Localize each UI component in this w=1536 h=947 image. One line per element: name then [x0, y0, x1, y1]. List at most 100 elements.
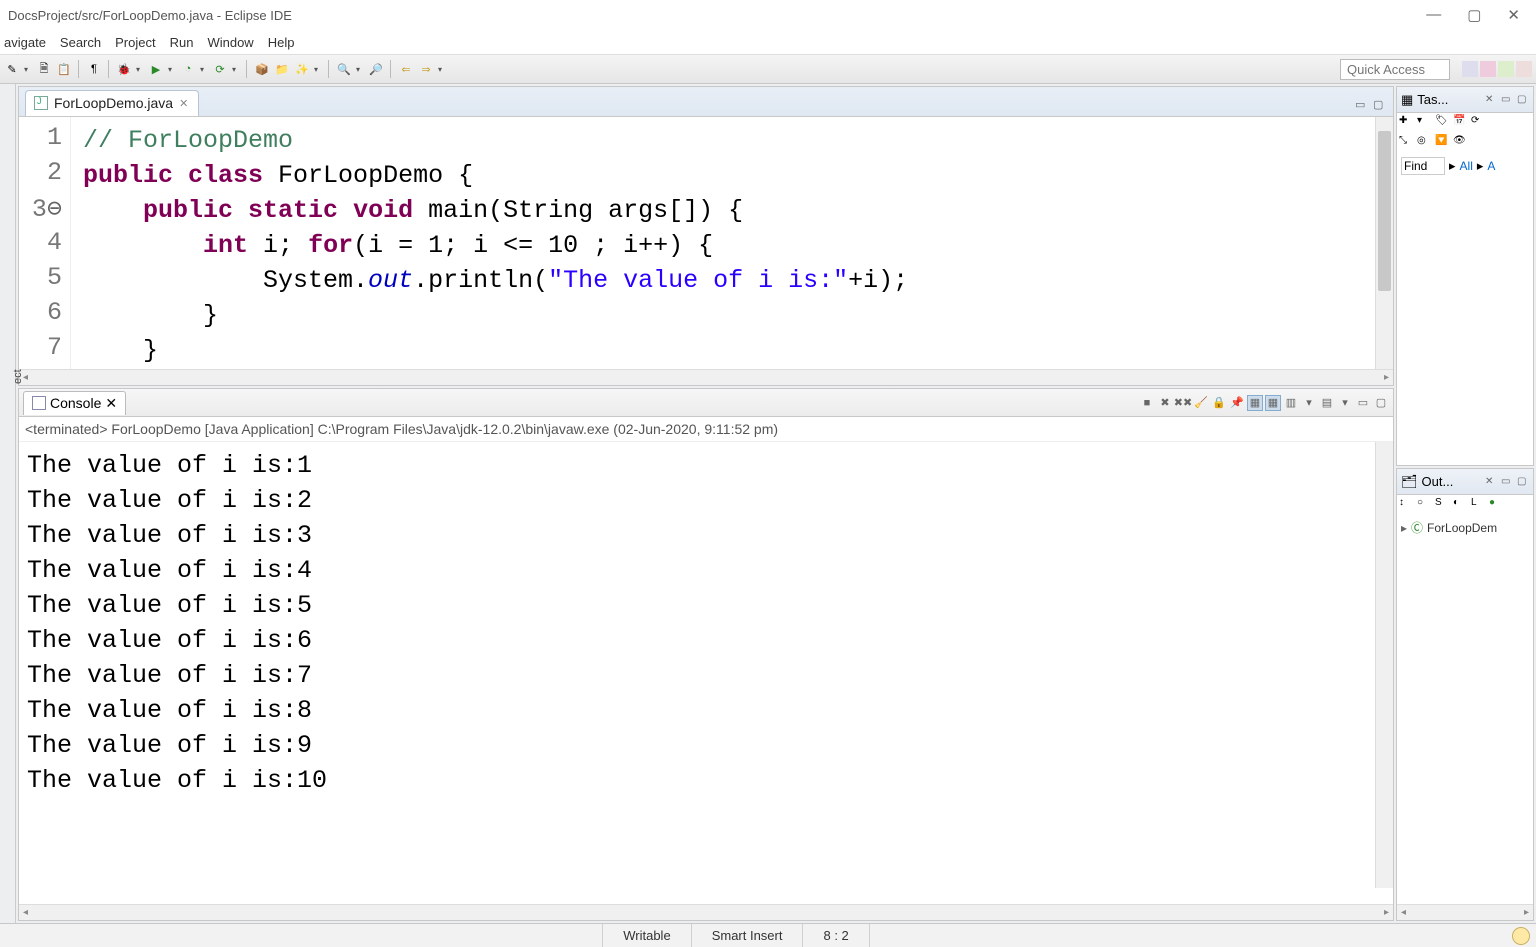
sort-icon[interactable]: ↕ — [1399, 497, 1415, 513]
open-console-icon[interactable]: ▤ — [1319, 395, 1335, 411]
wand-icon[interactable]: ✨ — [294, 61, 310, 77]
nav-back-icon[interactable]: ⇐ — [398, 61, 414, 77]
dropdown-icon[interactable]: ▾ — [438, 65, 446, 74]
task-filter-all-link[interactable]: All — [1460, 159, 1473, 173]
menu-search[interactable]: Search — [60, 35, 101, 50]
dropdown-icon[interactable]: ▾ — [356, 65, 364, 74]
notification-icon[interactable] — [1512, 927, 1530, 945]
scroll-lock-icon[interactable]: 🔒 — [1211, 395, 1227, 411]
dropdown-icon[interactable]: ▾ — [1301, 395, 1317, 411]
close-tab-icon[interactable]: ✕ — [179, 97, 188, 110]
outline-header[interactable]: 🗂 Out... ✕ ▭ ▢ — [1397, 469, 1533, 495]
quick-access-input[interactable] — [1340, 59, 1450, 80]
task-filter-a-link[interactable]: A — [1487, 159, 1495, 173]
remove-launch-icon[interactable]: ✖ — [1157, 395, 1173, 411]
close-tab-icon[interactable]: ✕ — [1485, 94, 1497, 106]
open-type-icon[interactable]: 🔍 — [336, 61, 352, 77]
menu-project[interactable]: Project — [115, 35, 155, 50]
collapse-all-icon[interactable]: ⤡ — [1399, 135, 1415, 151]
outline-horizontal-scrollbar[interactable]: ◂ ▸ — [1397, 904, 1533, 920]
minimize-view-icon[interactable]: ▭ — [1501, 94, 1513, 106]
maximize-icon[interactable]: ▢ — [1467, 6, 1481, 24]
minimize-view-icon[interactable]: ▭ — [1355, 395, 1371, 411]
toggle-highlight-icon[interactable]: ✎ — [4, 61, 20, 77]
dropdown-icon[interactable]: ▾ — [232, 65, 240, 74]
minimized-view-stack[interactable]: ect — [0, 84, 16, 923]
hide-fields-icon[interactable]: ○ — [1417, 497, 1433, 513]
nav-fwd-icon[interactable]: ⇒ — [418, 61, 434, 77]
link-editor-icon[interactable]: ● — [1489, 497, 1505, 513]
expand-arrow-icon[interactable]: ▸ — [1401, 521, 1407, 535]
display-selected-console-icon[interactable]: ▥ — [1283, 395, 1299, 411]
doc-icon[interactable]: 🗎 — [36, 61, 52, 77]
menu-run[interactable]: Run — [170, 35, 194, 50]
show-console-on-err-icon[interactable]: ▦ — [1265, 395, 1281, 411]
dropdown-icon[interactable]: ▾ — [24, 65, 32, 74]
paste-icon[interactable]: 📋 — [56, 61, 72, 77]
scrollbar-thumb[interactable] — [1378, 131, 1391, 291]
maximize-view-icon[interactable]: ▢ — [1517, 476, 1529, 488]
debug-perspective-icon[interactable] — [1498, 61, 1514, 77]
dropdown-icon[interactable]: ▾ — [314, 65, 322, 74]
new-package-icon[interactable]: 📦 — [254, 61, 270, 77]
menu-navigate[interactable]: avigate — [4, 35, 46, 50]
categorize-icon[interactable]: 🏷 — [1435, 115, 1451, 131]
remove-all-icon[interactable]: ✖✖ — [1175, 395, 1191, 411]
run-last-icon[interactable]: ⟳ — [212, 61, 228, 77]
dropdown-icon[interactable]: ▾ — [1337, 395, 1353, 411]
hide-nonpublic-icon[interactable]: ◐ — [1453, 497, 1469, 513]
scroll-left-icon[interactable]: ◂ — [1401, 907, 1406, 918]
menu-help[interactable]: Help — [268, 35, 295, 50]
console-horizontal-scrollbar[interactable]: ◂ ▸ — [19, 904, 1393, 920]
console-output[interactable]: The value of i is:1 The value of i is:2 … — [19, 442, 1393, 904]
editor-horizontal-scrollbar[interactable]: ◂ ▸ — [19, 369, 1393, 385]
new-class-icon[interactable]: 📁 — [274, 61, 290, 77]
focus-icon[interactable]: ◎ — [1417, 135, 1433, 151]
minimize-view-icon[interactable]: ▭ — [1355, 98, 1369, 112]
outline-item-class[interactable]: ▸ Ⓒ ForLoopDem — [1401, 519, 1529, 536]
editor-vertical-scrollbar[interactable] — [1375, 117, 1393, 369]
maximize-view-icon[interactable]: ▢ — [1373, 98, 1387, 112]
filter-icon[interactable]: 🔽 — [1435, 135, 1451, 151]
console-vertical-scrollbar[interactable] — [1375, 442, 1393, 888]
close-icon[interactable]: ✕ — [1507, 6, 1520, 24]
minimize-icon[interactable]: — — [1426, 6, 1441, 24]
close-tab-icon[interactable]: ✕ — [1485, 476, 1497, 488]
synchronize-icon[interactable]: ⟳ — [1471, 115, 1487, 131]
minimize-view-icon[interactable]: ▭ — [1501, 476, 1513, 488]
pin-console-icon[interactable]: 📌 — [1229, 395, 1245, 411]
search-icon[interactable]: 🔎 — [368, 61, 384, 77]
toggle-mark-icon[interactable]: ¶ — [86, 61, 102, 77]
scroll-right-icon[interactable]: ▸ — [1384, 907, 1389, 918]
open-perspective-icon[interactable] — [1462, 61, 1478, 77]
scroll-right-icon[interactable]: ▸ — [1384, 372, 1389, 383]
code-content[interactable]: // ForLoopDemo public class ForLoopDemo … — [71, 117, 1375, 369]
javaee-perspective-icon[interactable] — [1516, 61, 1532, 77]
hide-local-icon[interactable]: L — [1471, 497, 1487, 513]
terminate-icon[interactable]: ■ — [1139, 395, 1155, 411]
task-list-header[interactable]: ▦ Tas... ✕ ▭ ▢ — [1397, 87, 1533, 113]
debug-icon[interactable]: 🐞 — [116, 61, 132, 77]
maximize-view-icon[interactable]: ▢ — [1517, 94, 1529, 106]
menu-window[interactable]: Window — [207, 35, 253, 50]
task-find-input[interactable] — [1401, 157, 1445, 175]
new-task-icon[interactable]: ✚ — [1399, 115, 1415, 131]
task-list-body[interactable] — [1397, 179, 1533, 465]
editor-tab-forloopdemo[interactable]: ForLoopDemo.java ✕ — [25, 90, 199, 116]
show-console-on-out-icon[interactable]: ▦ — [1247, 395, 1263, 411]
schedule-icon[interactable]: 📅 — [1453, 115, 1469, 131]
dropdown-icon[interactable]: ▾ — [136, 65, 144, 74]
java-perspective-icon[interactable] — [1480, 61, 1496, 77]
scroll-right-icon[interactable]: ▸ — [1524, 907, 1529, 918]
code-editor[interactable]: 1 2 3⊖ 4 5 6 7 // ForLoopDemo public cla… — [19, 117, 1393, 369]
hide-icon[interactable]: 👁 — [1453, 135, 1469, 151]
console-tab[interactable]: Console ✕ — [23, 391, 126, 415]
dropdown-icon[interactable]: ▾ — [200, 65, 208, 74]
close-tab-icon[interactable]: ✕ — [105, 395, 117, 412]
run-icon[interactable]: ▶ — [148, 61, 164, 77]
outline-body[interactable]: ▸ Ⓒ ForLoopDem — [1397, 515, 1533, 904]
maximize-view-icon[interactable]: ▢ — [1373, 395, 1389, 411]
dropdown-icon[interactable]: ▾ — [168, 65, 176, 74]
clear-console-icon[interactable]: 🧹 — [1193, 395, 1209, 411]
dropdown-icon[interactable]: ▾ — [1417, 115, 1433, 131]
